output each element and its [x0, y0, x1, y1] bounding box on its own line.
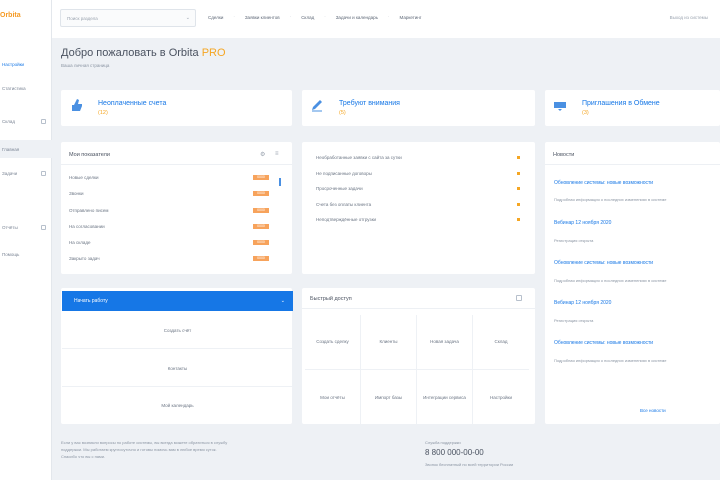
- status-dot: [517, 217, 520, 221]
- thumbs-up-icon: [72, 99, 82, 111]
- news-description: Подробная информация о последних изменен…: [554, 278, 667, 283]
- metric-row: Новые сделки 0000: [69, 172, 269, 182]
- divider: [302, 308, 535, 309]
- news-link[interactable]: Обновление системы: новые возможности: [554, 260, 653, 266]
- support-label: Служба поддержки: [425, 440, 461, 445]
- all-news-link[interactable]: Все новости: [640, 408, 666, 413]
- metric-row: На согласовании 0000: [69, 221, 269, 231]
- nav-separator: ·: [289, 14, 292, 19]
- sidebar-item-home[interactable]: Главная: [0, 140, 52, 158]
- sidebar-item-tasks[interactable]: Задачи: [0, 168, 52, 178]
- quick-cell[interactable]: Клиенты: [361, 315, 417, 370]
- expand-icon[interactable]: [41, 118, 46, 124]
- stat-card-invites[interactable]: Приглашения в Обмене (3): [545, 90, 720, 126]
- quick-cell[interactable]: Создать сделку: [305, 315, 361, 370]
- task-item[interactable]: Необработанные заявки с сайта за сутки: [316, 152, 520, 162]
- quick-cell[interactable]: Склад: [473, 315, 529, 370]
- quick-cell[interactable]: Интеграции сервиса: [417, 370, 473, 425]
- quick-cell[interactable]: Новая задача: [417, 315, 473, 370]
- metric-row: Звонки 0000: [69, 188, 269, 198]
- stat-label: Требуют внимания: [339, 100, 400, 107]
- stat-label: Неоплаченные счета: [98, 100, 167, 107]
- nav-item-requests[interactable]: Заявки клиентов: [243, 14, 282, 21]
- quick-cell[interactable]: Мои отчёты: [305, 370, 361, 425]
- metric-row: Отправлено писем 0000: [69, 205, 269, 215]
- sidebar-item-settings[interactable]: Настройки: [0, 59, 52, 69]
- stat-card-unpaid[interactable]: Неоплаченные счета (12): [61, 90, 292, 126]
- news-description: Подробная информация о последних изменен…: [554, 197, 667, 202]
- expand-icon[interactable]: [41, 224, 46, 230]
- expand-icon[interactable]: [516, 295, 522, 301]
- edit-icon: [312, 100, 322, 112]
- task-item[interactable]: Счета без оплаты клиента: [316, 199, 520, 209]
- stat-value: (3): [582, 110, 589, 116]
- footer-text-line: Если у вас возникли вопросы по работе си…: [61, 440, 228, 445]
- news-description: Регистрация открыта: [554, 318, 594, 323]
- nav-separator: ·: [388, 14, 390, 19]
- task-item[interactable]: Неподтверждённые отгрузки: [316, 214, 520, 224]
- news-link[interactable]: Вебинар 12 ноября 2020: [554, 300, 611, 306]
- stat-value: (12): [98, 110, 108, 116]
- quick-cell[interactable]: Настройки: [473, 370, 529, 425]
- metric-row: Закрыто задач 0000: [69, 253, 269, 263]
- chevron-down-icon: ⌄: [185, 15, 190, 21]
- status-dot: [517, 186, 520, 190]
- news-link[interactable]: Обновление системы: новые возможности: [554, 180, 653, 186]
- divider: [61, 164, 292, 165]
- mail-icon: [554, 102, 566, 111]
- nav-separator: ·: [324, 14, 326, 19]
- metrics-title: Мои показатели: [69, 152, 110, 158]
- footer-text-line: поддержки. Мы работаем круглосуточно и г…: [61, 447, 217, 452]
- sidebar: Orbita Настройки Статистика Склад Главна…: [0, 0, 52, 480]
- status-dot: [517, 202, 520, 206]
- top-navigation: Сделки · Заявки клиентов · Склад · Задач…: [206, 14, 423, 21]
- nav-separator: ·: [233, 14, 235, 19]
- news-description: Подробная информация о последних изменен…: [554, 358, 667, 363]
- action-link-calendar[interactable]: Мой календарь: [62, 387, 293, 424]
- action-link-invoice[interactable]: Создать счёт: [62, 312, 293, 349]
- section-search-select[interactable]: Поиск раздела ⌄: [60, 9, 196, 27]
- task-item[interactable]: Просроченные задачи: [316, 183, 520, 193]
- action-link-contacts[interactable]: Контакты: [62, 350, 293, 387]
- search-placeholder: Поиск раздела: [67, 15, 98, 21]
- sidebar-item-help[interactable]: Помощь: [0, 249, 52, 259]
- page-title: Добро пожаловать в Orbita PRO: [61, 47, 226, 59]
- divider: [545, 164, 720, 165]
- logo[interactable]: Orbita: [0, 12, 21, 19]
- nav-item-warehouse[interactable]: Склад: [299, 14, 316, 21]
- news-heading: Новости: [553, 152, 575, 158]
- sidebar-item-reports[interactable]: Отчёты: [0, 222, 52, 232]
- scrollbar[interactable]: [279, 178, 281, 186]
- chevron-down-icon: ⌄: [280, 298, 285, 304]
- news-link[interactable]: Обновление системы: новые возможности: [554, 340, 653, 346]
- pro-badge: PRO: [201, 47, 226, 59]
- support-phone[interactable]: 8 800 000-00-00: [425, 448, 484, 457]
- support-note: Звонок бесплатный по всей территории Рос…: [425, 462, 514, 467]
- nav-item-calendar[interactable]: Задачи и календарь: [334, 14, 380, 21]
- footer-text-line: Спасибо что вы с нами.: [61, 454, 106, 459]
- expand-icon[interactable]: [41, 170, 46, 176]
- status-dot: [517, 171, 520, 175]
- nav-item-marketing[interactable]: Маркетинг: [398, 14, 424, 21]
- task-item[interactable]: Не подписанные договоры: [316, 168, 520, 178]
- quick-access-title: Быстрый доступ: [310, 296, 352, 302]
- stat-card-attention[interactable]: Требуют внимания (5): [302, 90, 535, 126]
- news-link[interactable]: Вебинар 12 ноября 2020: [554, 220, 611, 226]
- page-subtitle: Ваша личная страница: [61, 63, 110, 68]
- menu-icon[interactable]: ≡: [275, 151, 279, 157]
- quick-cell[interactable]: Импорт базы: [361, 370, 417, 425]
- sidebar-item-stats[interactable]: Статистика: [0, 83, 52, 93]
- settings-icon[interactable]: ⚙: [260, 151, 265, 158]
- status-dot: [517, 155, 520, 159]
- stat-label: Приглашения в Обмене: [582, 100, 660, 107]
- sidebar-item-warehouse[interactable]: Склад: [0, 116, 52, 126]
- stat-value: (5): [339, 110, 346, 116]
- news-description: Регистрация открыта: [554, 238, 594, 243]
- nav-item-deals[interactable]: Сделки: [206, 14, 225, 21]
- start-work-button[interactable]: Начать работу ⌄: [62, 291, 293, 311]
- logout-link[interactable]: Выход из системы: [670, 15, 708, 20]
- top-bar: Поиск раздела ⌄ Сделки · Заявки клиентов…: [52, 0, 720, 38]
- metric-row: На складе 0000: [69, 237, 269, 247]
